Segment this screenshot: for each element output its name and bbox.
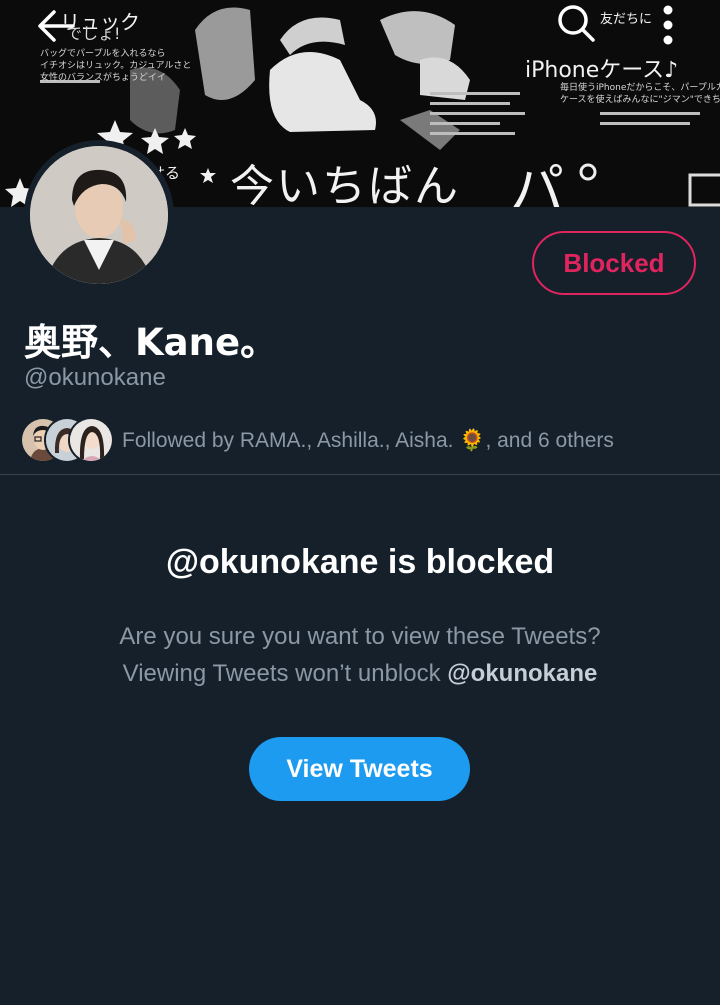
- banner-small-left: バッグでパープルを入れるなら イチオシはリュック。カジュアルさと 女性のバランス…: [40, 49, 192, 83]
- blocked-description-line2: Viewing Tweets won’t unblock @okunokane: [0, 655, 720, 692]
- banner-text-friends: 友だちに: [600, 12, 653, 27]
- banner-small-right: 毎日使うiPhoneだからこそ、パープルカラーの ケースを使えばみんなに"ジマン…: [560, 83, 720, 105]
- search-icon: [558, 5, 595, 42]
- back-button[interactable]: [30, 4, 82, 48]
- more-vertical-icon: [663, 5, 673, 45]
- avatar: [70, 419, 112, 461]
- follower-avatars: [20, 416, 116, 466]
- profile-avatar[interactable]: [24, 140, 174, 290]
- blocked-button[interactable]: Blocked: [532, 231, 696, 295]
- banner-text-pa: パ: [510, 158, 564, 207]
- banner-text-main: 今いちばん: [230, 161, 460, 207]
- blocked-description-line1: Are you sure you want to view these Twee…: [119, 623, 601, 650]
- followed-by-row[interactable]: Followed by RAMA., Ashilla., Aisha. 🌻, a…: [20, 416, 710, 466]
- display-name: 奥野、Kane。: [24, 321, 278, 364]
- follower-avatar: [68, 417, 114, 463]
- blocked-description-handle: @okunokane: [447, 660, 598, 687]
- search-button[interactable]: [550, 0, 602, 46]
- banner-text-phone: iPhoneケース♪: [525, 58, 679, 83]
- view-tweets-button[interactable]: View Tweets: [249, 737, 470, 801]
- profile-handle: @okunokane: [24, 364, 166, 391]
- blocked-title: @okunokane is blocked: [165, 543, 555, 581]
- blocked-description-prefix: Viewing Tweets won’t unblock: [122, 660, 448, 687]
- followed-by-text: Followed by RAMA., Ashilla., Aisha. 🌻, a…: [122, 429, 614, 452]
- avatar-photo: [24, 140, 174, 290]
- blocked-description: Are you sure you want to view these Twee…: [0, 618, 720, 692]
- section-divider: [0, 474, 720, 475]
- arrow-left-icon: [38, 10, 75, 42]
- more-options-button[interactable]: [646, 0, 690, 50]
